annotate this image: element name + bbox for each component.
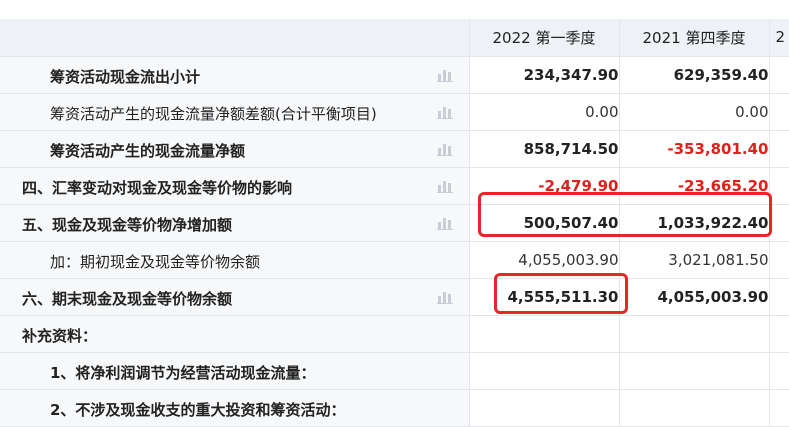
value-cell-2022q1 <box>469 315 620 353</box>
row-label-text: 筹资活动产生的现金流量净额 <box>50 141 246 160</box>
value-cell-2021q4: 0.00 <box>619 93 770 131</box>
row-label-text: 补充资料： <box>22 326 98 345</box>
value-cell-next <box>769 167 789 205</box>
table-row: 六、期末现金及现金等价物余额 4,555,511.30 4,055,003.90 <box>0 278 789 316</box>
table-row: 筹资活动产生的现金流量净额 858,714.50 -353,801.40 <box>0 130 789 168</box>
row-label: 五、现金及现金等价物净增加额 <box>0 204 470 242</box>
value-cell-2022q1 <box>469 389 620 427</box>
column-header-2022q1[interactable]: 2022 第一季度 <box>469 19 620 57</box>
value-cell-2021q4: 3,021,081.50 <box>619 241 770 279</box>
value-cell-2021q4: 4,055,003.90 <box>619 278 770 316</box>
value-cell-next <box>769 130 789 168</box>
value-cell-2021q4 <box>619 315 770 353</box>
row-label: 2、不涉及现金收支的重大投资和筹资活动： <box>0 389 470 427</box>
row-label-text: 筹资活动现金流出小计 <box>50 67 201 86</box>
row-label: 补充资料： <box>0 315 470 353</box>
value-cell-next <box>769 389 789 427</box>
row-label: 筹资活动现金流出小计 <box>0 56 470 94</box>
row-label-text: 五、现金及现金等价物净增加额 <box>22 215 233 234</box>
value-cell-2022q1: 858,714.50 <box>469 130 620 168</box>
highlight-box-ending-balance <box>494 273 628 314</box>
row-label: 1、将净利润调节为经营活动现金流量： <box>0 352 470 390</box>
bar-chart-icon[interactable] <box>437 142 454 156</box>
bar-chart-icon[interactable] <box>437 290 454 304</box>
table-row: 2、不涉及现金收支的重大投资和筹资活动： <box>0 389 789 427</box>
bar-chart-icon[interactable] <box>437 216 454 230</box>
value-cell-2022q1: 0.00 <box>469 93 620 131</box>
value-cell-2022q1: 234,347.90 <box>469 56 620 94</box>
row-label: 筹资活动产生的现金流量净额差额(合计平衡项目) <box>0 93 470 131</box>
row-label-text: 六、期末现金及现金等价物余额 <box>22 289 233 308</box>
row-label-text: 筹资活动产生的现金流量净额差额(合计平衡项目) <box>50 104 377 123</box>
value-cell-next <box>769 93 789 131</box>
bar-chart-icon[interactable] <box>437 68 454 82</box>
header-label-cell <box>0 19 470 57</box>
value-cell-next <box>769 56 789 94</box>
row-label: 六、期末现金及现金等价物余额 <box>0 278 470 316</box>
row-label: 四、汇率变动对现金及现金等价物的影响 <box>0 167 470 205</box>
bar-chart-icon[interactable] <box>437 105 454 119</box>
row-label-text: 四、汇率变动对现金及现金等价物的影响 <box>22 178 293 197</box>
row-label: 筹资活动产生的现金流量净额 <box>0 130 470 168</box>
value-cell-2021q4 <box>619 389 770 427</box>
column-header-next[interactable]: 2 <box>769 19 789 57</box>
table-row: 筹资活动产生的现金流量净额差额(合计平衡项目) 0.00 0.00 <box>0 93 789 131</box>
header-row: 2022 第一季度 2021 第四季度 2 <box>0 19 789 57</box>
row-label-text: 2、不涉及现金收支的重大投资和筹资活动： <box>50 400 346 419</box>
highlight-box-net-increase <box>478 192 772 237</box>
value-cell-next <box>769 241 789 279</box>
column-header-2021q4[interactable]: 2021 第四季度 <box>619 19 770 57</box>
table-row: 加：期初现金及现金等价物余额 4,055,003.90 3,021,081.50 <box>0 241 789 279</box>
value-cell-next <box>769 278 789 316</box>
row-label-text: 加：期初现金及现金等价物余额 <box>50 252 261 271</box>
bar-chart-icon[interactable] <box>437 179 454 193</box>
value-cell-2021q4 <box>619 352 770 390</box>
value-cell-2021q4: 629,359.40 <box>619 56 770 94</box>
row-label-text: 1、将净利润调节为经营活动现金流量： <box>50 363 316 382</box>
table-row: 筹资活动现金流出小计 234,347.90 629,359.40 <box>0 56 789 94</box>
row-label: 加：期初现金及现金等价物余额 <box>0 241 470 279</box>
value-cell-2021q4: -353,801.40 <box>619 130 770 168</box>
table-row: 补充资料： <box>0 315 789 353</box>
top-strip <box>0 0 789 19</box>
value-cell-next <box>769 315 789 353</box>
value-cell-2022q1 <box>469 352 620 390</box>
value-cell-next <box>769 204 789 242</box>
value-cell-next <box>769 352 789 390</box>
table-row: 1、将净利润调节为经营活动现金流量： <box>0 352 789 390</box>
